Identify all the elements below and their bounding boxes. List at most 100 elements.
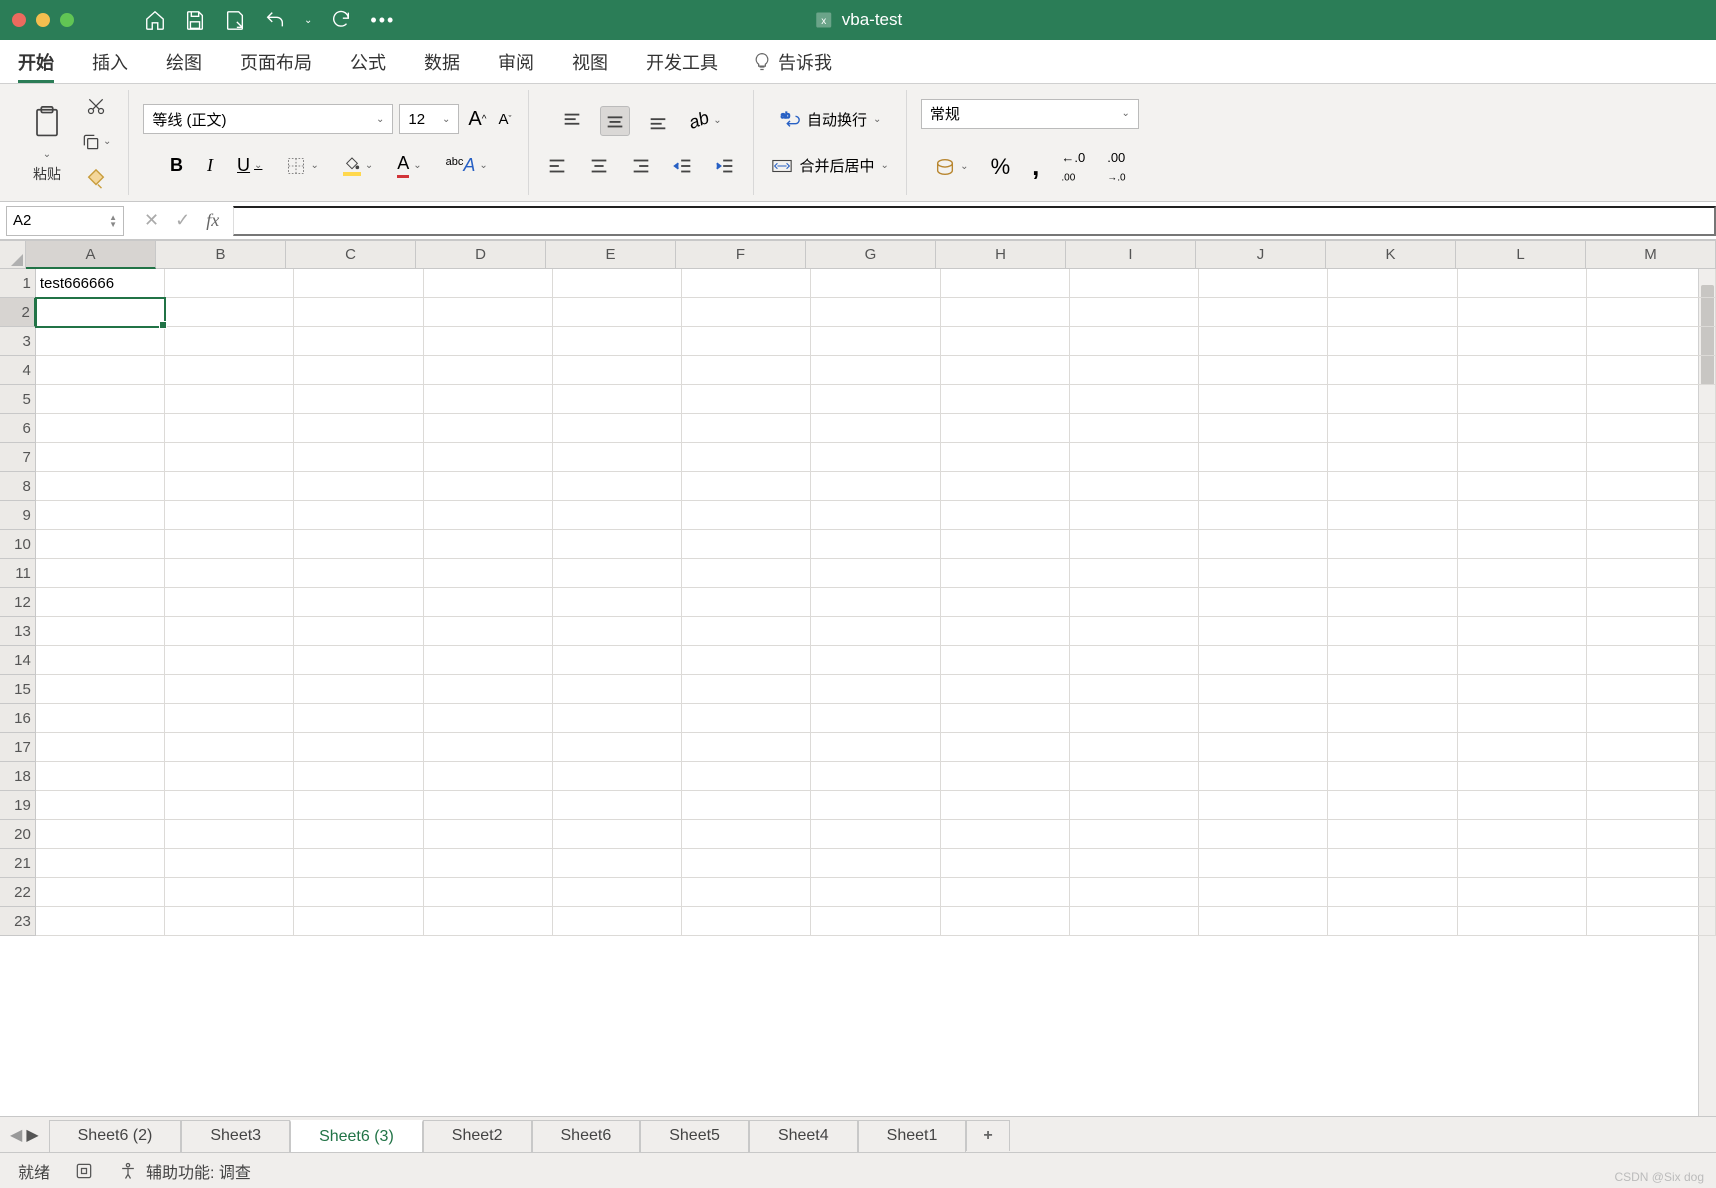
row-header-5[interactable]: 5: [0, 385, 36, 414]
cell-H23[interactable]: [941, 907, 1070, 936]
cell-J8[interactable]: [1199, 472, 1328, 501]
cell-H4[interactable]: [941, 356, 1070, 385]
column-header-M[interactable]: M: [1586, 241, 1716, 269]
cell-F1[interactable]: [682, 269, 811, 298]
row-header-18[interactable]: 18: [0, 762, 36, 791]
row-header-14[interactable]: 14: [0, 646, 36, 675]
row-header-3[interactable]: 3: [0, 327, 36, 356]
cell-E4[interactable]: [553, 356, 682, 385]
cell-I13[interactable]: [1070, 617, 1199, 646]
cell-G23[interactable]: [811, 907, 940, 936]
cell-I17[interactable]: [1070, 733, 1199, 762]
column-header-C[interactable]: C: [286, 241, 416, 269]
cell-K23[interactable]: [1328, 907, 1457, 936]
row-header-2[interactable]: 2: [0, 298, 36, 327]
column-header-H[interactable]: H: [936, 241, 1066, 269]
cell-C18[interactable]: [294, 762, 423, 791]
tab-view[interactable]: 视图: [568, 39, 612, 85]
cell-F8[interactable]: [682, 472, 811, 501]
cell-C14[interactable]: [294, 646, 423, 675]
align-left-button[interactable]: [543, 152, 571, 180]
cell-B7[interactable]: [165, 443, 294, 472]
cell-E10[interactable]: [553, 530, 682, 559]
cell-D18[interactable]: [424, 762, 553, 791]
fx-icon[interactable]: fx: [206, 210, 219, 231]
select-all-corner[interactable]: [0, 241, 26, 269]
cell-C23[interactable]: [294, 907, 423, 936]
column-header-J[interactable]: J: [1196, 241, 1326, 269]
cell-G22[interactable]: [811, 878, 940, 907]
wrap-text-button[interactable]: ab 自动换行 ⌄: [776, 106, 884, 134]
tab-page-layout[interactable]: 页面布局: [236, 39, 316, 85]
cell-I20[interactable]: [1070, 820, 1199, 849]
copy-button[interactable]: ⌄: [78, 129, 114, 155]
sheet-tab[interactable]: Sheet3: [181, 1120, 290, 1152]
accessibility-status[interactable]: 辅助功能: 调查: [118, 1159, 251, 1183]
name-box[interactable]: A2 ▲▼: [6, 206, 124, 236]
sheet-tab[interactable]: Sheet6: [532, 1120, 641, 1152]
cell-G7[interactable]: [811, 443, 940, 472]
cell-E17[interactable]: [553, 733, 682, 762]
cell-G1[interactable]: [811, 269, 940, 298]
cell-E11[interactable]: [553, 559, 682, 588]
cell-G13[interactable]: [811, 617, 940, 646]
cell-D20[interactable]: [424, 820, 553, 849]
tab-data[interactable]: 数据: [420, 39, 464, 85]
cell-L20[interactable]: [1458, 820, 1587, 849]
cell-J11[interactable]: [1199, 559, 1328, 588]
cell-K2[interactable]: [1328, 298, 1457, 327]
cell-J7[interactable]: [1199, 443, 1328, 472]
cell-J17[interactable]: [1199, 733, 1328, 762]
cell-D11[interactable]: [424, 559, 553, 588]
cell-E16[interactable]: [553, 704, 682, 733]
cell-L3[interactable]: [1458, 327, 1587, 356]
cell-M15[interactable]: [1587, 675, 1716, 704]
cell-L15[interactable]: [1458, 675, 1587, 704]
number-format-select[interactable]: 常规⌄: [921, 99, 1139, 129]
cell-M3[interactable]: [1587, 327, 1716, 356]
cell-L9[interactable]: [1458, 501, 1587, 530]
cell-E2[interactable]: [553, 298, 682, 327]
cell-F5[interactable]: [682, 385, 811, 414]
cell-M19[interactable]: [1587, 791, 1716, 820]
cut-button[interactable]: [78, 93, 114, 119]
cell-A1[interactable]: test666666: [36, 269, 165, 298]
cell-B9[interactable]: [165, 501, 294, 530]
tab-insert[interactable]: 插入: [88, 39, 132, 85]
cell-G9[interactable]: [811, 501, 940, 530]
cell-C15[interactable]: [294, 675, 423, 704]
cell-M13[interactable]: [1587, 617, 1716, 646]
cell-F15[interactable]: [682, 675, 811, 704]
cell-C1[interactable]: [294, 269, 423, 298]
row-header-15[interactable]: 15: [0, 675, 36, 704]
cell-J21[interactable]: [1199, 849, 1328, 878]
cell-G19[interactable]: [811, 791, 940, 820]
cell-H5[interactable]: [941, 385, 1070, 414]
cell-C17[interactable]: [294, 733, 423, 762]
cell-M6[interactable]: [1587, 414, 1716, 443]
cell-A11[interactable]: [36, 559, 165, 588]
cell-J23[interactable]: [1199, 907, 1328, 936]
cell-A19[interactable]: [36, 791, 165, 820]
cell-F14[interactable]: [682, 646, 811, 675]
cell-L21[interactable]: [1458, 849, 1587, 878]
cell-L8[interactable]: [1458, 472, 1587, 501]
tab-home[interactable]: 开始: [14, 39, 58, 85]
cell-C4[interactable]: [294, 356, 423, 385]
cell-I2[interactable]: [1070, 298, 1199, 327]
cell-F22[interactable]: [682, 878, 811, 907]
cell-L23[interactable]: [1458, 907, 1587, 936]
paste-button[interactable]: [26, 101, 68, 147]
cell-L13[interactable]: [1458, 617, 1587, 646]
fill-color-button[interactable]: ⌄: [340, 153, 376, 179]
cell-G14[interactable]: [811, 646, 940, 675]
cell-D13[interactable]: [424, 617, 553, 646]
cell-J14[interactable]: [1199, 646, 1328, 675]
cell-K11[interactable]: [1328, 559, 1457, 588]
column-header-E[interactable]: E: [546, 241, 676, 269]
cell-G18[interactable]: [811, 762, 940, 791]
cell-J4[interactable]: [1199, 356, 1328, 385]
cell-A21[interactable]: [36, 849, 165, 878]
row-header-16[interactable]: 16: [0, 704, 36, 733]
cell-K17[interactable]: [1328, 733, 1457, 762]
